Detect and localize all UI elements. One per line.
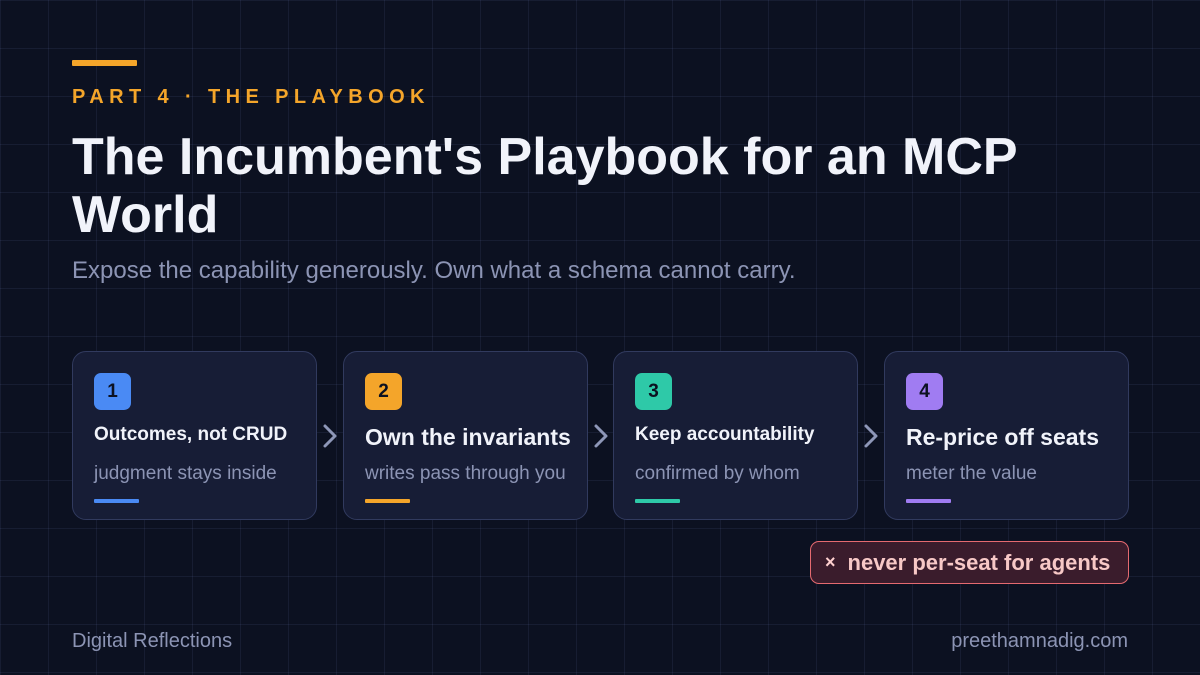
accent-bar [72,60,137,66]
step-title: Own the invariants [365,424,571,450]
step-card-4: 4 Re-price off seats meter the value [884,351,1129,520]
step-card-3: 3 Keep accountability confirmed by whom [613,351,858,520]
step-subtitle: meter the value [906,463,1037,484]
step-underline [906,499,951,503]
step-underline [635,499,680,503]
step-number-badge: 4 [906,373,943,410]
close-icon: × [825,552,836,572]
warning-callout: × never per-seat for agents [810,541,1129,584]
step-subtitle: writes pass through you [365,463,566,484]
chevron-right-icon [594,424,608,448]
section-eyebrow: PART 4 · THE PLAYBOOK [72,86,430,108]
step-number-badge: 1 [94,373,131,410]
step-card-1: 1 Outcomes, not CRUD judgment stays insi… [72,351,317,520]
playbook-steps: 1 Outcomes, not CRUD judgment stays insi… [72,351,1129,520]
chevron-right-icon [323,424,337,448]
page-title: The Incumbent's Playbook for an MCP Worl… [72,128,1017,244]
page-subtitle: Expose the capability generously. Own wh… [72,257,796,284]
step-number-badge: 2 [365,373,402,410]
step-title: Re-price off seats [906,424,1100,450]
step-title: Keep accountability [635,424,815,445]
footer-website: preethamnadig.com [951,630,1128,652]
step-subtitle: confirmed by whom [635,463,800,484]
footer-brand: Digital Reflections [72,630,233,652]
step-subtitle: judgment stays inside [94,463,277,484]
step-number-badge: 3 [635,373,672,410]
chevron-right-icon [864,424,878,448]
step-title: Outcomes, not CRUD [94,424,288,445]
step-card-2: 2 Own the invariants writes pass through… [343,351,588,520]
warning-text: never per-seat for agents [847,549,1111,575]
step-underline [365,499,410,503]
step-underline [94,499,139,503]
